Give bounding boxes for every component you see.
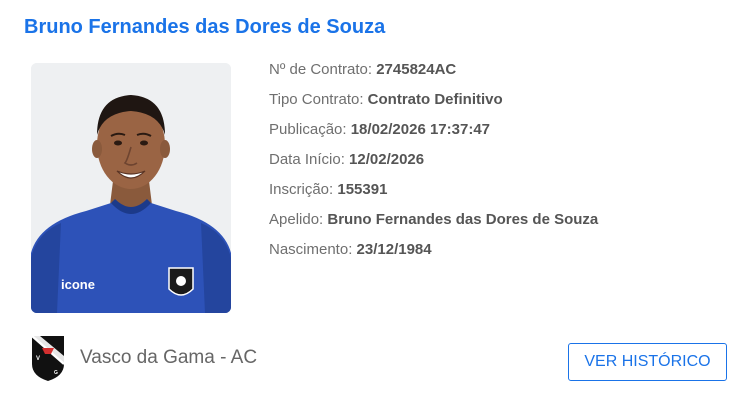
detail-value: Contrato Definitivo: [367, 91, 503, 108]
detail-value: 12/02/2026: [349, 151, 425, 168]
player-photo: icone: [31, 63, 231, 313]
detail-label: Inscrição:: [269, 181, 338, 198]
detail-start-date: Data Início: 12/02/2026: [269, 148, 598, 178]
detail-nickname: Apelido: Bruno Fernandes das Dores de So…: [269, 208, 598, 238]
club-name: Vasco da Gama - AC: [80, 347, 258, 368]
club-info: V G Vasco da Gama - AC: [30, 333, 257, 383]
detail-value: 155391: [337, 181, 388, 198]
detail-label: Data Início:: [269, 151, 350, 168]
svg-text:G: G: [54, 370, 58, 376]
view-history-button[interactable]: VER HISTÓRICO: [568, 343, 727, 381]
detail-birth-date: Nascimento: 23/12/1984: [269, 238, 598, 268]
svg-text:icone: icone: [61, 277, 95, 292]
detail-value: 18/02/2026 17:37:47: [350, 121, 491, 138]
svg-text:V: V: [36, 356, 40, 362]
detail-label: Publicação:: [269, 121, 351, 138]
detail-label: Nascimento:: [269, 241, 357, 258]
club-crest-icon: V G: [31, 335, 65, 381]
detail-label: Tipo Contrato:: [269, 91, 368, 108]
detail-value: Bruno Fernandes das Dores de Souza: [327, 211, 599, 228]
detail-label: Nº de Contrato:: [269, 61, 377, 78]
detail-registration: Inscrição: 155391: [269, 178, 598, 208]
player-name-title: Bruno Fernandes das Dores de Souza: [24, 16, 386, 38]
detail-label: Apelido:: [269, 211, 328, 228]
detail-value: 23/12/1984: [356, 241, 432, 258]
detail-publication: Publicação: 18/02/2026 17:37:47: [269, 118, 598, 148]
detail-value: 2745824AC: [376, 61, 457, 78]
detail-contract-type: Tipo Contrato: Contrato Definitivo: [269, 88, 598, 118]
detail-contract-number: Nº de Contrato: 2745824AC: [269, 58, 598, 88]
contract-details-list: Nº de Contrato: 2745824AC Tipo Contrato:…: [269, 58, 598, 268]
